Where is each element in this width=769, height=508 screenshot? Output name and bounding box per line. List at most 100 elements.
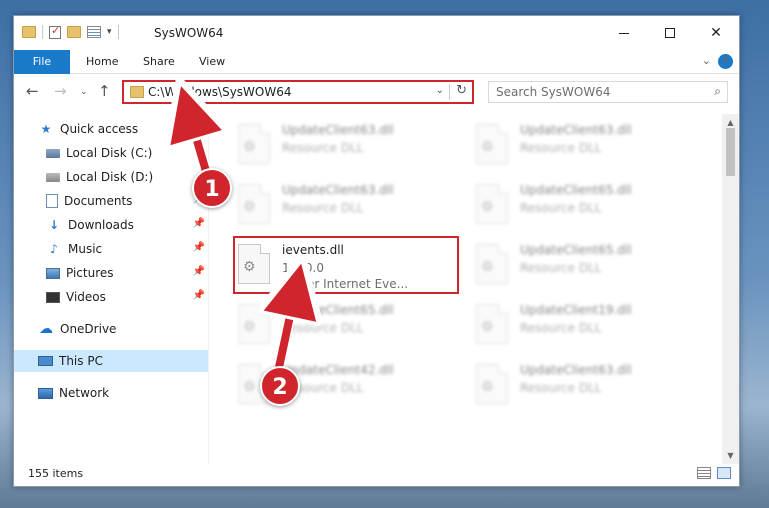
search-placeholder[interactable]: Search SysWOW64 bbox=[496, 85, 610, 99]
sidebar-item-label: Documents bbox=[64, 194, 133, 208]
vertical-scrollbar[interactable]: ▲ ▼ bbox=[722, 114, 739, 464]
folder-icon bbox=[130, 86, 144, 98]
star-icon: ★ bbox=[40, 122, 52, 136]
file-name: UpdateClient65.dll bbox=[282, 303, 394, 317]
toolbar-divider bbox=[42, 25, 43, 39]
tab-file[interactable]: File bbox=[14, 50, 70, 74]
computer-icon bbox=[38, 356, 53, 366]
file-name: UpdateClient42.dll bbox=[282, 363, 394, 377]
forward-arrow-icon[interactable]: → bbox=[54, 82, 67, 100]
explorer-window: ▾ SysWOW64 ✕ File Home Share View ⌄ ? ← … bbox=[13, 15, 740, 487]
navigation-pane: ★ Quick access Local Disk (C:) Local Dis… bbox=[14, 114, 209, 464]
close-button[interactable]: ✕ bbox=[693, 16, 739, 50]
file-description: Resource DLL bbox=[282, 141, 364, 155]
new-folder-icon[interactable] bbox=[67, 26, 81, 38]
address-path[interactable]: C:\Windows\SysWOW64 bbox=[148, 85, 292, 99]
dll-file-icon: ⚙ bbox=[476, 304, 508, 344]
pane-divider[interactable] bbox=[208, 114, 209, 464]
scrollbar-thumb[interactable] bbox=[726, 128, 735, 176]
sidebar-item-local-disk-c[interactable]: Local Disk (C:) bbox=[14, 142, 209, 164]
pin-icon[interactable]: 📌 bbox=[193, 218, 205, 229]
file-name: UpdateClient63.dll bbox=[520, 363, 632, 377]
sidebar-item-quick-access[interactable]: ★ Quick access bbox=[14, 118, 209, 140]
sidebar-item-this-pc[interactable]: This PC bbox=[14, 350, 209, 372]
file-tile[interactable]: ⚙ UpdateClient63.dll Resource DLL bbox=[234, 178, 460, 234]
file-tile[interactable]: ⚙ UpdateClient65.dll Resource DLL bbox=[234, 298, 460, 354]
music-icon: ♪ bbox=[50, 242, 58, 256]
pin-icon[interactable]: 📌 bbox=[193, 266, 205, 277]
dll-file-icon: ⚙ bbox=[476, 124, 508, 164]
address-divider bbox=[449, 84, 450, 100]
file-name: UpdateClient63.dll bbox=[282, 123, 394, 137]
search-box[interactable]: Search SysWOW64 ⌕ bbox=[488, 81, 728, 103]
sidebar-item-local-disk-d[interactable]: Local Disk (D:) bbox=[14, 166, 209, 188]
sidebar-item-videos[interactable]: Videos 📌 bbox=[14, 286, 209, 308]
file-tile[interactable]: ⚙ UpdateClient65.dll Resource DLL bbox=[472, 238, 698, 294]
address-bar[interactable]: C:\Windows\SysWOW64 ⌄ ↻ bbox=[122, 80, 474, 104]
dll-file-icon: ⚙ bbox=[238, 244, 270, 284]
gear-icon: ⚙ bbox=[481, 259, 494, 275]
file-tile[interactable]: ⚙ UpdateClient65.dll Resource DLL bbox=[472, 178, 698, 234]
help-icon[interactable]: ? bbox=[718, 54, 733, 69]
toolbar-divider bbox=[117, 25, 119, 39]
file-name: UpdateClient63.dll bbox=[520, 123, 632, 137]
sidebar-item-documents[interactable]: Documents 📌 bbox=[14, 190, 209, 212]
navigation-bar: ← → ⌄ ↑ C:\Windows\SysWOW64 ⌄ ↻ Search S… bbox=[14, 76, 739, 108]
documents-icon bbox=[46, 194, 58, 208]
close-icon: ✕ bbox=[710, 25, 722, 41]
sidebar-item-music[interactable]: ♪ Music 📌 bbox=[14, 238, 209, 260]
sidebar-item-downloads[interactable]: ↓ Downloads 📌 bbox=[14, 214, 209, 236]
file-tile[interactable]: ⚙ UpdateClient19.dll Resource DLL bbox=[472, 298, 698, 354]
sidebar-item-label: Videos bbox=[66, 290, 106, 304]
file-tile[interactable]: ⚙ UpdateClient63.dll Resource DLL bbox=[234, 118, 460, 174]
file-tile[interactable]: ⚙ UpdateClient63.dll Resource DLL bbox=[472, 118, 698, 174]
tab-home[interactable]: Home bbox=[74, 50, 130, 74]
customize-toolbar-dropdown-icon[interactable]: ▾ bbox=[107, 27, 112, 37]
recent-locations-chevron-icon[interactable]: ⌄ bbox=[80, 87, 88, 97]
dll-file-icon: ⚙ bbox=[238, 304, 270, 344]
file-tile[interactable]: ⚙ UpdateClient63.dll Resource DLL bbox=[472, 358, 698, 414]
address-dropdown-chevron-icon[interactable]: ⌄ bbox=[436, 85, 444, 96]
file-name: UpdateClient63.dll bbox=[282, 183, 394, 197]
file-description: Resource DLL bbox=[520, 381, 602, 395]
sidebar-item-pictures[interactable]: Pictures 📌 bbox=[14, 262, 209, 284]
search-icon[interactable]: ⌕ bbox=[714, 84, 721, 99]
minimize-button[interactable] bbox=[601, 16, 647, 50]
dll-file-icon: ⚙ bbox=[476, 244, 508, 284]
gear-icon: ⚙ bbox=[243, 319, 256, 335]
gear-icon: ⚙ bbox=[243, 139, 256, 155]
up-arrow-icon[interactable]: ↑ bbox=[98, 82, 111, 100]
file-name: UpdateClient65.dll bbox=[520, 183, 632, 197]
large-icons-view-icon[interactable] bbox=[717, 467, 731, 479]
tab-share[interactable]: Share bbox=[131, 50, 187, 74]
maximize-button[interactable] bbox=[647, 16, 693, 50]
maximize-icon bbox=[665, 28, 675, 38]
dll-file-icon: ⚙ bbox=[238, 124, 270, 164]
pin-icon[interactable]: 📌 bbox=[193, 290, 205, 301]
sidebar-item-network[interactable]: Network bbox=[14, 382, 209, 404]
gear-icon: ⚙ bbox=[481, 319, 494, 335]
dll-file-icon: ⚙ bbox=[476, 364, 508, 404]
folder-icon bbox=[22, 26, 36, 38]
window-title: SysWOW64 bbox=[154, 26, 224, 40]
step-2-badge: 2 bbox=[260, 366, 300, 406]
file-description: Resource DLL bbox=[520, 321, 602, 335]
file-version: 1.1.0.0 bbox=[282, 261, 324, 275]
sidebar-item-label: Music bbox=[68, 242, 103, 256]
pin-icon[interactable]: 📌 bbox=[193, 242, 205, 253]
refresh-icon[interactable]: ↻ bbox=[456, 83, 467, 98]
file-description: Resource DLL bbox=[520, 201, 602, 215]
file-tile-ievents[interactable]: ⚙ ievents.dll 1.1.0.0 Girder Internet Ev… bbox=[234, 238, 460, 294]
expand-ribbon-icon[interactable]: ⌄ bbox=[702, 54, 711, 67]
sidebar-item-label: Network bbox=[59, 386, 110, 400]
videos-icon bbox=[46, 291, 60, 303]
sidebar-item-onedrive[interactable]: ☁ OneDrive bbox=[14, 318, 209, 340]
tab-view[interactable]: View bbox=[187, 50, 237, 74]
sidebar-item-label: Local Disk (C:) bbox=[66, 146, 153, 160]
file-name: UpdateClient19.dll bbox=[520, 303, 632, 317]
back-arrow-icon[interactable]: ← bbox=[26, 82, 39, 100]
details-view-icon[interactable] bbox=[697, 467, 711, 479]
properties-check-icon[interactable] bbox=[49, 24, 61, 39]
properties-icon[interactable] bbox=[87, 26, 101, 38]
gear-icon: ⚙ bbox=[243, 199, 256, 215]
